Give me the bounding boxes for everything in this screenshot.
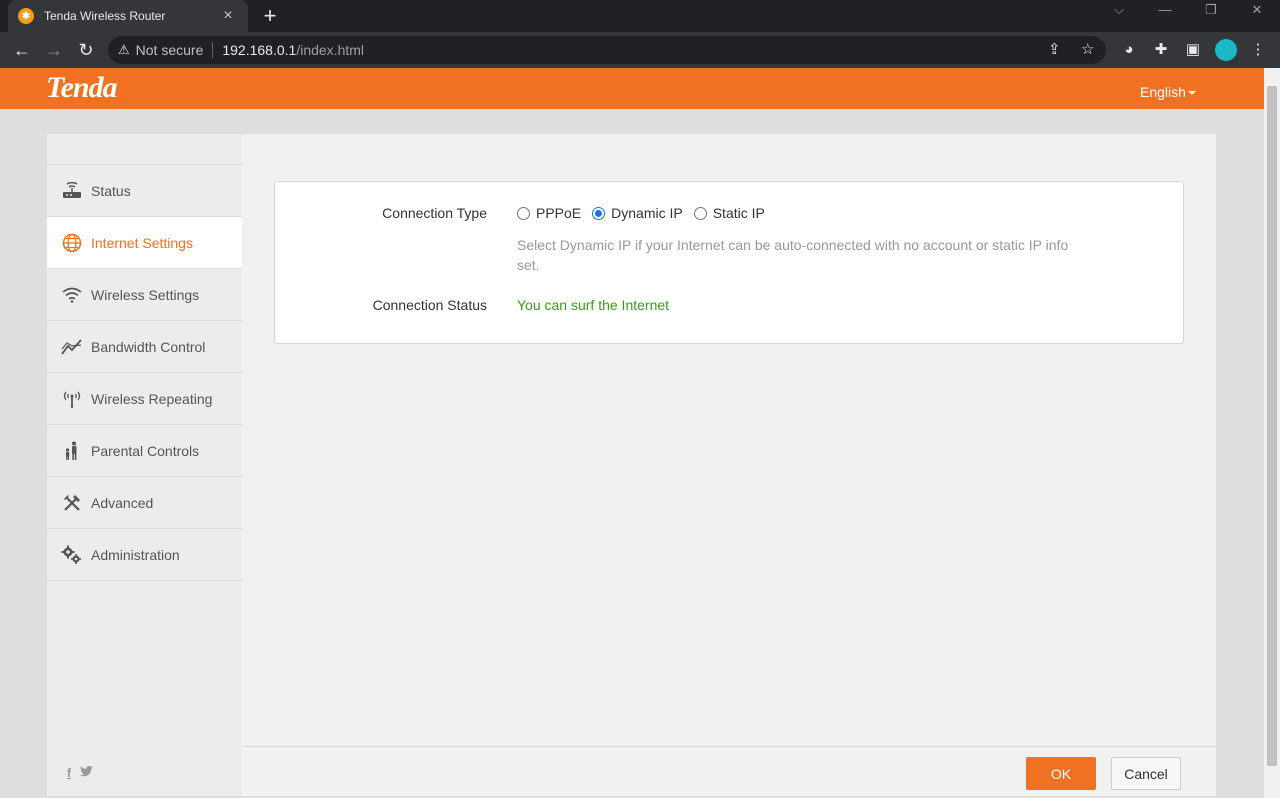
dynamic-ip-radio-label[interactable]: Dynamic IP — [611, 205, 683, 221]
tenda-logo: Tenda — [46, 71, 118, 104]
minimize-icon[interactable]: — — [1142, 2, 1188, 17]
extensions-puzzle-icon[interactable]: ✚ — [1151, 40, 1171, 60]
sidebar-item-wireless-repeating[interactable]: Wireless Repeating — [47, 373, 242, 425]
sidebar-item-label: Bandwidth Control — [91, 338, 206, 355]
address-separator — [212, 42, 214, 58]
connection-status-label: Connection Status — [372, 297, 487, 313]
browser-toolbar: ← → ↻ ⚠ Not secure 192.168.0.1 /index.ht… — [0, 32, 1280, 68]
chart-line-icon — [61, 336, 83, 358]
tab-search-icon[interactable]: ⌵ — [1096, 2, 1142, 18]
sidebar-item-label: Internet Settings — [91, 234, 193, 251]
new-tab-button[interactable]: + — [258, 3, 282, 29]
caret-down-icon — [1187, 91, 1196, 96]
sidebar-item-label: Status — [91, 182, 131, 199]
sidebar-item-label: Administration — [91, 546, 180, 563]
language-selector[interactable]: English — [1140, 84, 1196, 100]
sidebar-item-label: Parental Controls — [91, 442, 200, 459]
address-bar[interactable]: ⚠ Not secure 192.168.0.1 /index.html ⇪ ☆ — [108, 36, 1106, 64]
tools-icon — [61, 492, 83, 514]
scrollbar-thumb[interactable] — [1267, 86, 1277, 766]
page-viewport: Tenda English Status Internet Settings W… — [0, 68, 1264, 798]
main-content: Connection Type PPPoE Dynamic IP Static … — [242, 134, 1216, 796]
sidebar-item-label: Wireless Repeating — [91, 390, 213, 407]
side-panel-icon[interactable]: ▣ — [1183, 40, 1203, 60]
reload-icon[interactable]: ↻ — [74, 38, 98, 62]
ok-button[interactable]: OK — [1026, 757, 1096, 790]
antenna-icon — [61, 388, 83, 410]
internet-settings-panel: Connection Type PPPoE Dynamic IP Static … — [274, 181, 1184, 344]
tab-close-icon[interactable]: × — [218, 7, 238, 25]
twitter-icon[interactable] — [80, 766, 93, 780]
sidebar-item-label: Wireless Settings — [91, 286, 200, 303]
pppoe-radio[interactable] — [517, 206, 530, 220]
social-links: f — [67, 766, 93, 780]
sidebar-item-parental-controls[interactable]: Parental Controls — [47, 425, 242, 477]
url-path[interactable]: /index.html — [296, 42, 364, 58]
static-ip-radio-label[interactable]: Static IP — [713, 205, 765, 221]
router-header: Tenda English — [0, 68, 1264, 109]
sidebar-nav: Status Internet Settings Wireless Settin… — [47, 134, 242, 796]
warning-icon[interactable]: ⚠ — [118, 42, 130, 58]
profile-avatar[interactable] — [1215, 39, 1237, 61]
page-scrollbar[interactable] — [1264, 68, 1280, 798]
extension-color-icon[interactable]: ◕ — [1119, 40, 1139, 60]
security-label[interactable]: Not secure — [136, 42, 204, 58]
cancel-button[interactable]: Cancel — [1111, 757, 1181, 790]
sidebar-item-status[interactable]: Status — [47, 165, 242, 217]
dynamic-ip-radio[interactable] — [592, 206, 606, 220]
sidebar-item-bandwidth-control[interactable]: Bandwidth Control — [47, 321, 242, 373]
language-label: English — [1140, 84, 1186, 100]
connection-type-hint: Select Dynamic IP if your Internet can b… — [517, 237, 1069, 273]
connection-type-label: Connection Type — [382, 205, 487, 221]
wifi-icon — [61, 284, 83, 306]
router-icon — [61, 180, 83, 202]
window-close-icon[interactable]: ✕ — [1234, 2, 1280, 18]
pppoe-radio-label[interactable]: PPPoE — [536, 205, 581, 221]
facebook-icon[interactable]: f — [67, 766, 71, 780]
static-ip-radio[interactable] — [693, 206, 707, 220]
sidebar-spacer — [47, 134, 242, 165]
menu-kebab-icon[interactable]: ⋮ — [1248, 40, 1268, 60]
browser-tab-bar: ✱ Tenda Wireless Router × + ⌵ — ❐ ✕ — [0, 0, 1280, 32]
tab-title: Tenda Wireless Router — [44, 9, 166, 23]
connection-status-value: You can surf the Internet — [517, 297, 670, 313]
action-footer: OK Cancel — [242, 746, 1216, 796]
restore-icon[interactable]: ❐ — [1188, 2, 1234, 18]
forward-icon[interactable]: → — [42, 38, 66, 62]
sidebar-item-internet-settings[interactable]: Internet Settings — [47, 217, 242, 269]
sidebar-item-administration[interactable]: Administration — [47, 529, 242, 581]
family-icon — [61, 440, 83, 462]
url-host[interactable]: 192.168.0.1 — [222, 42, 296, 58]
share-icon[interactable]: ⇪ — [1048, 40, 1061, 58]
sidebar-item-advanced[interactable]: Advanced — [47, 477, 242, 529]
gears-icon — [61, 544, 83, 566]
bookmark-star-icon[interactable]: ☆ — [1081, 40, 1094, 58]
tenda-favicon-icon: ✱ — [18, 8, 34, 24]
connection-type-radio-group: PPPoE Dynamic IP Static IP — [517, 205, 776, 221]
globe-icon — [61, 232, 83, 254]
back-icon[interactable]: ← — [10, 38, 34, 62]
sidebar-item-wireless-settings[interactable]: Wireless Settings — [47, 269, 242, 321]
browser-tab[interactable]: ✱ Tenda Wireless Router × — [8, 0, 248, 32]
sidebar-item-label: Advanced — [91, 494, 154, 511]
